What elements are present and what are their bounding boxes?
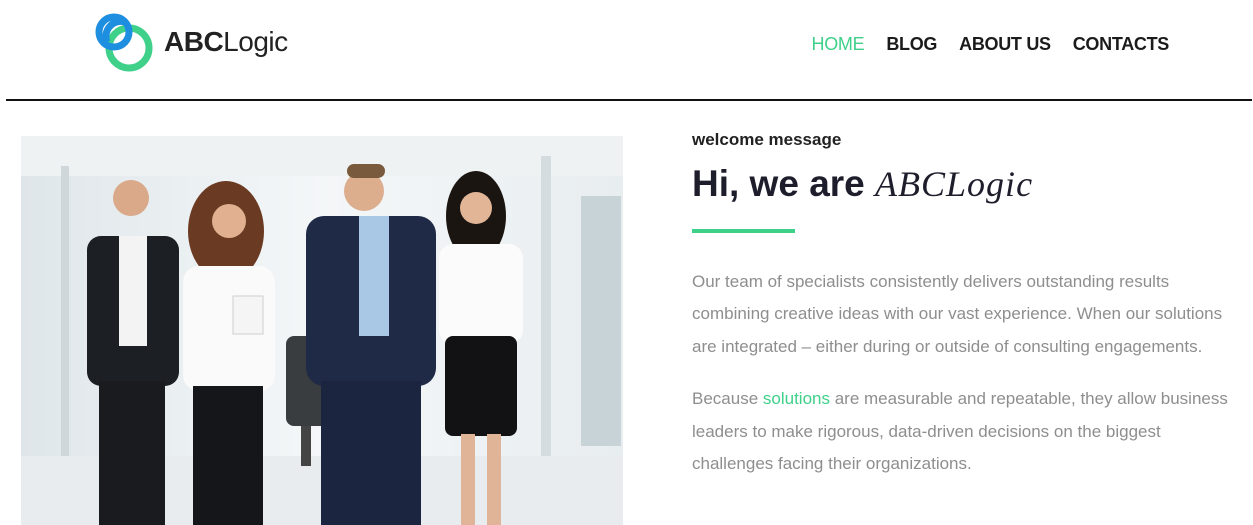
- team-photo-illustration: [21, 136, 623, 525]
- welcome-headline: Hi, we are ABCLogic: [692, 163, 1232, 205]
- logo-text-bold: ABC: [164, 26, 224, 57]
- site-header: ABCLogic HOME BLOG ABOUT US CONTACTS: [0, 0, 1253, 100]
- solutions-link[interactable]: solutions: [763, 389, 830, 408]
- headline-prefix: Hi, we are: [692, 163, 865, 204]
- paragraph2-start: Because: [692, 389, 763, 409]
- logo-mark-icon: [95, 13, 153, 72]
- accent-underline: [692, 228, 795, 233]
- logo[interactable]: ABCLogic: [92, 10, 288, 74]
- benefits-paragraph: Because solutions are measurable and rep…: [692, 383, 1232, 481]
- header-divider: [6, 99, 1252, 101]
- nav-contacts-link[interactable]: CONTACTS: [1073, 34, 1170, 55]
- headline-brand: ABCLogic: [875, 164, 1034, 204]
- nav-home-link[interactable]: HOME: [812, 34, 865, 55]
- logo-text: ABCLogic: [164, 26, 288, 58]
- welcome-section: welcome message Hi, we are ABCLogic Our …: [692, 130, 1232, 481]
- welcome-eyebrow: welcome message: [692, 130, 842, 149]
- team-photo: [21, 136, 623, 525]
- main-nav: HOME BLOG ABOUT US CONTACTS: [812, 34, 1170, 55]
- logo-text-light: Logic: [223, 26, 288, 57]
- intro-paragraph: Our team of specialists consistently del…: [692, 271, 1223, 356]
- nav-about-us-link[interactable]: ABOUT US: [959, 34, 1051, 55]
- nav-blog-link[interactable]: BLOG: [886, 34, 937, 55]
